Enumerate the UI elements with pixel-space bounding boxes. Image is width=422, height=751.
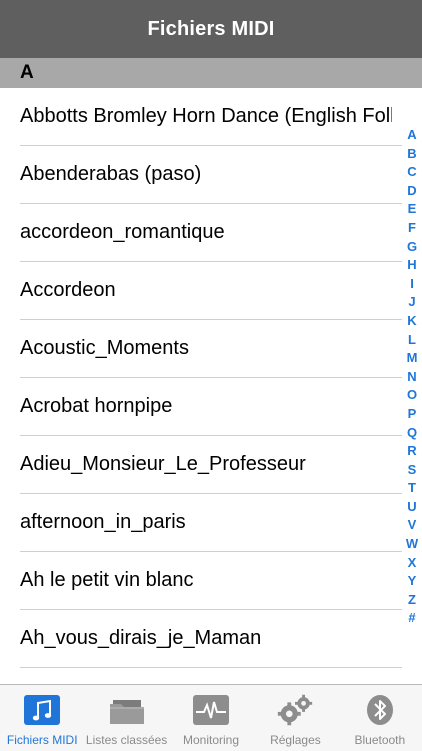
file-list[interactable]: Abbotts Bromley Horn Dance (English Folk…: [0, 88, 422, 684]
index-letter-u[interactable]: U: [402, 498, 422, 517]
bluetooth-icon: [360, 693, 400, 727]
list-item[interactable]: Accordeon: [0, 262, 422, 320]
list-item-label: Abenderabas (paso): [20, 163, 202, 185]
tab-fichiers-midi[interactable]: Fichiers MIDI: [0, 685, 84, 751]
list-item[interactable]: Abenderabas (paso): [0, 146, 422, 204]
list-item-label: Ah le petit vin blanc: [20, 569, 194, 591]
index-letter-i[interactable]: I: [402, 275, 422, 294]
list-item-label: Accordeon: [20, 279, 116, 301]
list-item-label: Ah_vous_dirais_je_Maman: [20, 627, 262, 649]
list-item[interactable]: Abbotts Bromley Horn Dance (English Folk…: [0, 88, 422, 146]
index-letter-j[interactable]: J: [402, 293, 422, 312]
index-letter-g[interactable]: G: [402, 238, 422, 257]
list-item[interactable]: Acoustic_Moments: [0, 320, 422, 378]
index-letter-x[interactable]: X: [402, 554, 422, 573]
tab-label: Réglages: [270, 733, 321, 747]
index-letter-d[interactable]: D: [402, 182, 422, 201]
index-letter-s[interactable]: S: [402, 461, 422, 480]
list-item[interactable]: Acrobat hornpipe: [0, 378, 422, 436]
page-title: Fichiers MIDI: [147, 17, 275, 40]
index-letter-l[interactable]: L: [402, 331, 422, 350]
index-letter-a[interactable]: A: [402, 126, 422, 145]
music-note-icon: [22, 693, 62, 727]
tab-listes-classees[interactable]: Listes classées: [84, 685, 168, 751]
waveform-icon: [191, 693, 231, 727]
list-item-label: Acrobat hornpipe: [20, 395, 173, 417]
list-item-label: accordeon_romantique: [20, 221, 225, 243]
section-letter: A: [20, 62, 34, 83]
section-header: A: [0, 58, 422, 88]
list-item[interactable]: Adieu_Monsieur_Le_Professeur: [0, 436, 422, 494]
list-item[interactable]: Ah le petit vin blanc: [0, 552, 422, 610]
index-letter-z[interactable]: Z: [402, 591, 422, 610]
section-index[interactable]: A B C D E F G H I J K L M N O P Q R S T …: [402, 126, 422, 628]
row-separator: [20, 667, 402, 668]
navigation-bar: Fichiers MIDI: [0, 0, 422, 58]
tab-bar: Fichiers MIDI Listes classées Monitoring: [0, 684, 422, 751]
tab-label: Fichiers MIDI: [6, 733, 78, 747]
list-item[interactable]: afternoon_in_paris: [0, 494, 422, 552]
index-letter-p[interactable]: P: [402, 405, 422, 424]
index-letter-n[interactable]: N: [402, 368, 422, 387]
tab-bluetooth[interactable]: Bluetooth: [338, 685, 422, 751]
folder-icon: [107, 693, 147, 727]
list-item-label: afternoon_in_paris: [20, 511, 186, 533]
gears-icon: [275, 693, 315, 727]
index-letter-q[interactable]: Q: [402, 424, 422, 443]
index-letter-b[interactable]: B: [402, 145, 422, 164]
index-letter-e[interactable]: E: [402, 200, 422, 219]
index-letter-hash[interactable]: #: [402, 609, 422, 628]
list-item-label: Acoustic_Moments: [20, 337, 189, 359]
index-letter-t[interactable]: T: [402, 479, 422, 498]
index-letter-c[interactable]: C: [402, 163, 422, 182]
index-letter-y[interactable]: Y: [402, 572, 422, 591]
tab-monitoring[interactable]: Monitoring: [169, 685, 253, 751]
list-item[interactable]: Ah_vous_dirais_je_Maman: [0, 610, 422, 668]
list-item-label: Abbotts Bromley Horn Dance (English Folk…: [20, 105, 392, 127]
index-letter-k[interactable]: K: [402, 312, 422, 331]
list-item-label: Adieu_Monsieur_Le_Professeur: [20, 453, 306, 475]
index-letter-w[interactable]: W: [402, 535, 422, 554]
tab-label: Monitoring: [183, 733, 240, 747]
index-letter-o[interactable]: O: [402, 386, 422, 405]
index-letter-f[interactable]: F: [402, 219, 422, 238]
tab-label: Bluetooth: [354, 733, 406, 747]
index-letter-r[interactable]: R: [402, 442, 422, 461]
index-letter-v[interactable]: V: [402, 516, 422, 535]
index-letter-m[interactable]: M: [402, 349, 422, 368]
list-item[interactable]: accordeon_romantique: [0, 204, 422, 262]
index-letter-h[interactable]: H: [402, 256, 422, 275]
tab-label: Listes classées: [85, 733, 168, 747]
tab-reglages[interactable]: Réglages: [253, 685, 337, 751]
